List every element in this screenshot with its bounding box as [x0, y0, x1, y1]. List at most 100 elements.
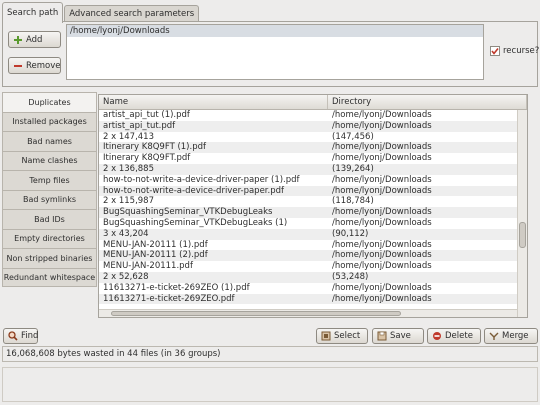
cell-directory: /home/lyonj/Downloads [332, 174, 432, 185]
remove-label: Remove [26, 60, 61, 71]
checkmark-icon [491, 48, 499, 55]
cell-name: artist_api_tut.pdf [103, 120, 176, 131]
cell-directory: /home/lyonj/Downloads [332, 250, 432, 261]
cell-directory: /home/lyonj/Downloads [332, 185, 432, 196]
column-header-directory[interactable]: Directory [328, 95, 527, 109]
sidebar-item-bad-symlinks[interactable]: Bad symlinks [2, 189, 97, 209]
cell-name: MENU-JAN-20111 (2).pdf [103, 250, 208, 261]
plus-icon [13, 35, 23, 45]
table-row[interactable]: 11613271-e-ticket-269ZEO (1).pdf/home/ly… [99, 283, 527, 294]
cell-directory: /home/lyonj/Downloads [332, 217, 432, 228]
column-header-name[interactable]: Name [99, 95, 328, 109]
table-row[interactable]: 3 x 43,204 (90,112) [99, 228, 527, 240]
table-header: Name Directory [99, 95, 527, 110]
table-row[interactable]: 2 x 52,628 (53,248) [99, 271, 527, 283]
table-row[interactable]: BugSquashingSeminar_VTKDebugLeaks/home/l… [99, 207, 527, 218]
find-label: Find [21, 331, 39, 341]
cell-name: MENU-JAN-20111.pdf [103, 261, 193, 272]
cell-directory: /home/lyonj/Downloads [332, 142, 432, 153]
select-button[interactable]: Select [316, 328, 368, 344]
remove-button[interactable]: Remove [8, 57, 61, 74]
search-path-item[interactable]: /home/lyonj/Downloads [67, 25, 483, 37]
sidebar-item-label: Duplicates [28, 97, 71, 107]
magnifier-icon [8, 331, 18, 341]
table-row[interactable]: MENU-JAN-20111 (2).pdf/home/lyonj/Downlo… [99, 250, 527, 262]
cell-name: 3 x 43,204 [103, 228, 149, 239]
recurse-checkbox[interactable] [490, 46, 500, 56]
status-text: 16,068,608 bytes wasted in 44 files (in … [6, 349, 221, 359]
cell-name: 2 x 115,987 [103, 196, 154, 207]
tab-bar: Search path Advanced search parameters [2, 2, 200, 23]
cell-directory: /home/lyonj/Downloads [332, 120, 432, 131]
table-row[interactable]: artist_api_tut.pdf/home/lyonj/Downloads [99, 120, 527, 132]
recurse-toggle[interactable]: recurse? [490, 46, 539, 56]
cell-name: BugSquashingSeminar_VTKDebugLeaks [103, 207, 273, 218]
horizontal-scrollbar[interactable] [99, 309, 517, 317]
cell-directory: /home/lyonj/Downloads [332, 282, 432, 293]
cell-name: artist_api_tut (1).pdf [103, 110, 190, 120]
cell-directory: (118,784) [332, 196, 374, 207]
sidebar-item-empty-directories[interactable]: Empty directories [2, 228, 97, 248]
cell-name: 2 x 136,885 [103, 163, 154, 174]
sidebar-item-installed-packages[interactable]: Installed packages [2, 111, 97, 131]
vertical-scrollbar[interactable] [517, 110, 527, 317]
sidebar-item-label: Installed packages [12, 117, 87, 127]
table-body: artist_api_tut (1).pdf/home/lyonj/Downlo… [99, 110, 527, 305]
sidebar-item-duplicates[interactable]: Duplicates [2, 92, 97, 112]
sidebar-item-bad-ids[interactable]: Bad IDs [2, 209, 97, 229]
search-path-list[interactable]: /home/lyonj/Downloads [66, 24, 484, 80]
minus-icon [13, 61, 23, 71]
vertical-scroll-thumb[interactable] [519, 222, 526, 248]
find-button[interactable]: Find [3, 328, 38, 344]
table-row[interactable]: MENU-JAN-20111 (1).pdf/home/lyonj/Downlo… [99, 240, 527, 251]
tab-advanced-search-parameters[interactable]: Advanced search parameters [64, 5, 200, 22]
select-label: Select [334, 331, 361, 341]
tab-label: Advanced search parameters [69, 9, 195, 19]
cell-directory: /home/lyonj/Downloads [332, 261, 432, 272]
horizontal-scroll-thumb[interactable] [111, 311, 401, 316]
table-row[interactable]: BugSquashingSeminar_VTKDebugLeaks (1) /ho… [99, 218, 527, 229]
status-summary: 16,068,608 bytes wasted in 44 files (in … [2, 346, 538, 362]
table-row[interactable]: 2 x 147,413 (147,456) [99, 132, 527, 143]
sidebar-item-temp-files[interactable]: Temp files [2, 170, 97, 190]
cell-name: how-to-not-write-a-device-driver-paper.p… [103, 185, 285, 196]
sidebar-item-name-clashes[interactable]: Name clashes [2, 150, 97, 170]
cell-name: Itinerary K8Q9FT.pdf [103, 153, 191, 164]
cell-name: 2 x 52,628 [103, 271, 149, 282]
table-row[interactable]: MENU-JAN-20111.pdf/home/lyonj/Downloads [99, 261, 527, 272]
cell-directory: /home/lyonj/Downloads [332, 207, 432, 218]
table-row[interactable]: 11613271-e-ticket-269ZEO.pdf/home/lyonj/… [99, 293, 527, 305]
sidebar-item-label: Redundant whitespace [3, 272, 96, 282]
merge-label: Merge [502, 331, 529, 341]
merge-button[interactable]: Merge [484, 328, 538, 344]
add-button[interactable]: Add [8, 31, 61, 48]
cell-name: BugSquashingSeminar_VTKDebugLeaks (1) [103, 217, 288, 228]
table-row[interactable]: how-to-not-write-a-device-driver-paper.p… [99, 185, 527, 197]
sidebar-item-label: Bad symlinks [22, 195, 77, 205]
cell-name: 11613271-e-ticket-269ZEO (1).pdf [103, 282, 250, 293]
table-row[interactable]: 2 x 115,987 (118,784) [99, 196, 527, 207]
sidebar-item-label: Bad IDs [34, 214, 65, 224]
cell-directory: /home/lyonj/Downloads [332, 239, 432, 250]
cell-directory: (139,264) [332, 163, 374, 174]
cell-name: 2 x 147,413 [103, 131, 154, 142]
table-row[interactable]: how-to-not-write-a-device-driver-paper (… [99, 175, 527, 186]
delete-button[interactable]: Delete [427, 328, 481, 344]
sidebar-item-label: Bad names [27, 136, 72, 146]
tab-search-path[interactable]: Search path [2, 2, 64, 23]
table-row[interactable]: Itinerary K8Q9FT (1).pdf/home/lyonj/Down… [99, 142, 527, 154]
cell-directory: /home/lyonj/Downloads [332, 153, 432, 164]
table-row[interactable]: artist_api_tut (1).pdf/home/lyonj/Downlo… [99, 110, 527, 121]
select-icon [321, 331, 331, 341]
category-sidebar: Duplicates Installed packages Bad names … [2, 92, 97, 287]
add-label: Add [26, 34, 43, 45]
cell-directory: (147,456) [332, 131, 374, 142]
sidebar-item-redundant-whitespace[interactable]: Redundant whitespace [2, 267, 97, 287]
sidebar-item-bad-names[interactable]: Bad names [2, 131, 97, 151]
table-row[interactable]: Itinerary K8Q9FT.pdf/home/lyonj/Download… [99, 153, 527, 164]
sidebar-item-non-stripped-binaries[interactable]: Non stripped binaries [2, 248, 97, 268]
save-button[interactable]: Save [372, 328, 424, 344]
tab-label: Search path [7, 8, 59, 18]
table-row[interactable]: 2 x 136,885 (139,264) [99, 163, 527, 175]
cell-name: MENU-JAN-20111 (1).pdf [103, 239, 208, 250]
